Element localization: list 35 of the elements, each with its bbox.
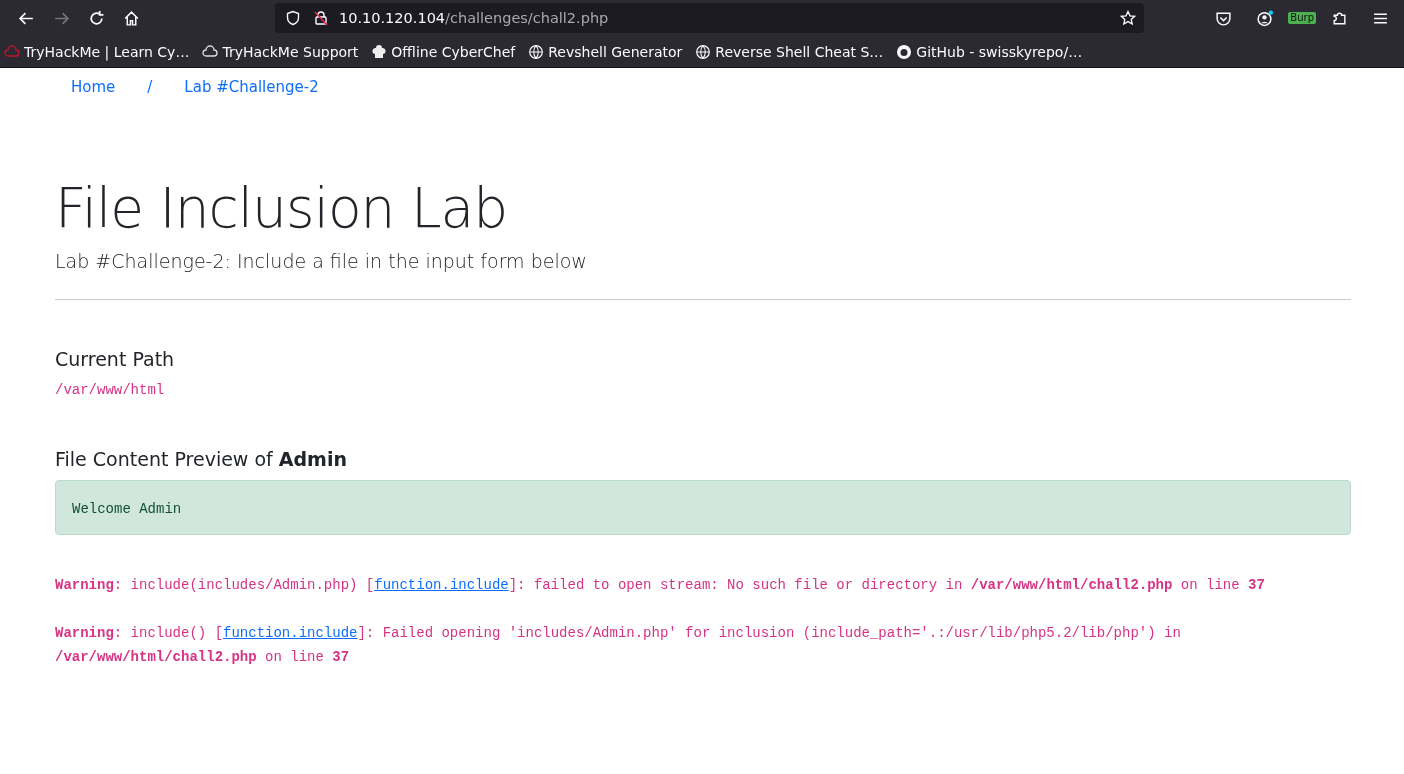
section-heading: File Content Preview of Admin bbox=[55, 448, 348, 470]
bookmark-link[interactable]: TryHackMe Support bbox=[202, 43, 359, 60]
extension-badge[interactable]: Burp bbox=[1288, 12, 1316, 24]
globe-icon bbox=[528, 43, 545, 60]
puzzle-icon[interactable] bbox=[1331, 9, 1348, 27]
insecure-lock-icon[interactable] bbox=[313, 10, 329, 26]
breadcrumb-link[interactable]: Lab #Challenge-2 bbox=[184, 78, 319, 96]
star-icon[interactable] bbox=[1120, 10, 1136, 26]
account-icon[interactable] bbox=[1256, 9, 1274, 27]
reload-icon[interactable] bbox=[88, 9, 105, 27]
bookmark-link[interactable]: GitHub - swisskyrepo/… bbox=[896, 43, 1083, 60]
bookmark-link[interactable]: Revshell Generator bbox=[528, 43, 683, 60]
home-icon[interactable] bbox=[123, 9, 140, 27]
bookmark-link[interactable]: TryHackMe | Learn Cy… bbox=[4, 43, 190, 60]
page-title: File Inclusion Lab bbox=[55, 176, 509, 240]
path-text: /var/www/html bbox=[55, 382, 166, 398]
cloud-icon bbox=[4, 43, 20, 60]
pocket-icon[interactable] bbox=[1215, 9, 1233, 27]
function-link[interactable]: function.include bbox=[374, 577, 509, 593]
bookmark-link[interactable]: Reverse Shell Cheat S… bbox=[695, 43, 884, 60]
chef-hat-icon bbox=[371, 43, 388, 60]
globe-icon bbox=[695, 43, 712, 60]
breadcrumb-separator: / bbox=[147, 78, 153, 96]
page-subtitle: Lab #Challenge-2: Include a file in the input form below bbox=[55, 250, 588, 272]
warning-message: Warning: include(includes/Admin.php) [function.include]: failed to open stream: No such file or directory in /var/www/html/chall2.php on line 37 bbox=[55, 576, 1266, 595]
section-heading: Current Path bbox=[55, 348, 176, 370]
url-text: 10.10.120.104/challenges/chall2.php bbox=[339, 10, 610, 26]
cloud-icon bbox=[202, 43, 219, 60]
function-link[interactable]: function.include bbox=[223, 625, 358, 641]
file-content: Welcome Admin bbox=[72, 501, 182, 517]
warning-message: Warning: include() [function.include]: Failed opening 'includes/Admin.php' for inclusion (include_path='.:/usr/lib/php5.2/lib/php') in /var/www/html/chall2.php on line 37 bbox=[55, 624, 1182, 667]
shield-icon[interactable] bbox=[285, 10, 301, 26]
address-bar[interactable]: 10.10.120.104/challenges/chall2.php bbox=[275, 3, 1144, 33]
bookmark-link[interactable]: Offline CyberChef bbox=[371, 43, 516, 60]
breadcrumb-link[interactable]: Home bbox=[71, 78, 116, 96]
